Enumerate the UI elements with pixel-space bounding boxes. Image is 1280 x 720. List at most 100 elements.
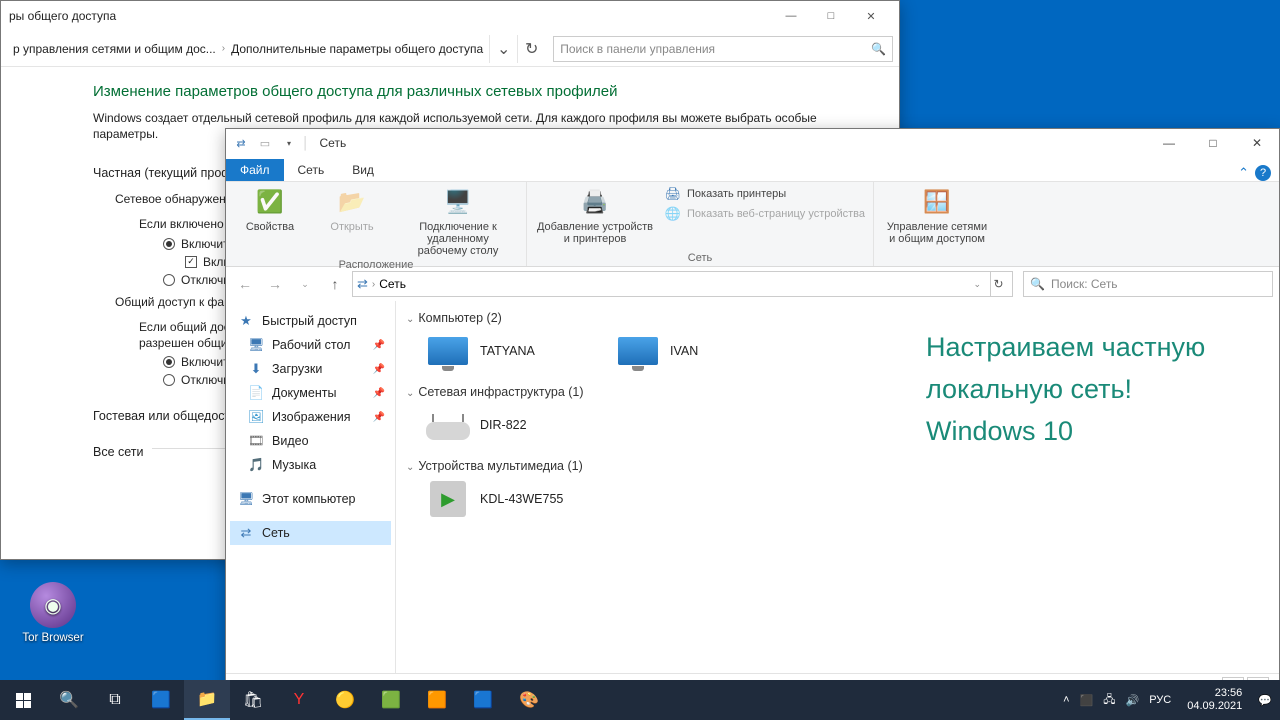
media-device-icon [426, 479, 470, 519]
tray-date: 04.09.2021 [1187, 700, 1242, 713]
taskbar-app-edge[interactable]: 🟦 [138, 680, 184, 720]
downloads-icon: ⬇ [248, 361, 264, 377]
task-view-button[interactable]: ⧉ [92, 680, 138, 720]
taskbar-app-paint[interactable]: 🎨 [506, 680, 552, 720]
tray-clock[interactable]: 23:56 04.09.2021 [1181, 687, 1248, 712]
nav-network[interactable]: ⇄Сеть [230, 521, 391, 545]
back-button[interactable]: ← [232, 271, 258, 297]
taskbar-app-yandex[interactable]: Y [276, 680, 322, 720]
search-input[interactable]: 🔍 Поиск: Сеть [1023, 271, 1273, 297]
ribbon-add-devices-button[interactable]: 🖨️Добавление устройств и принтеров [535, 186, 655, 245]
page-heading: Изменение параметров общего доступа для … [93, 83, 875, 100]
nav-this-pc[interactable]: 🖥Этот компьютер [230, 487, 391, 511]
network-center-icon: 🪟 [921, 186, 953, 218]
taskbar-app-unknown2[interactable]: 🟧 [414, 680, 460, 720]
nav-pictures[interactable]: 🖼Изображения📌 [230, 405, 391, 429]
computer-item[interactable]: IVAN [616, 331, 766, 371]
tab-view[interactable]: Вид [338, 159, 388, 181]
ribbon-device-webpage-button[interactable]: 🌐Показать веб-страницу устройства [665, 206, 865, 222]
nav-downloads[interactable]: ⬇Загрузки📌 [230, 357, 391, 381]
computer-item[interactable]: TATYANA [426, 331, 576, 371]
router-item[interactable]: DIR-822 [426, 405, 576, 445]
qat-properties-button[interactable]: ▭ [254, 132, 276, 154]
music-icon: 🎵 [248, 457, 264, 473]
media-device-item[interactable]: KDL-43WE755 [426, 479, 576, 519]
tray-app-icon[interactable]: ⬛ [1080, 694, 1094, 707]
recent-locations-button[interactable]: ⌄ [292, 271, 318, 297]
open-icon: 📂 [336, 186, 368, 218]
videos-icon: 🎞 [248, 433, 264, 449]
taskbar[interactable]: 🔍 ⧉ 🟦 📁 🛍 Y 🟡 🟩 🟧 🟦 🎨 ˄ ⬛ 🖧 🔊 РУС 23:56 … [0, 680, 1280, 720]
pictures-icon: 🖼 [248, 409, 264, 425]
tray-overflow-button[interactable]: ˄ [1063, 694, 1069, 706]
minimize-button[interactable]: — [1147, 129, 1191, 157]
tab-network[interactable]: Сеть [284, 159, 339, 181]
taskbar-app-explorer[interactable]: 📁 [184, 680, 230, 720]
tor-icon: ◉ [30, 582, 76, 628]
system-tray[interactable]: ˄ ⬛ 🖧 🔊 РУС 23:56 04.09.2021 💬 [1055, 687, 1280, 712]
ribbon-network-center-button[interactable]: 🪟Управление сетями и общим доступом [882, 186, 992, 245]
breadcrumb-bar: р управления сетями и общим дос... › Доп… [1, 31, 899, 67]
content-pane[interactable]: ⌄Компьютер (2) TATYANA IVAN ⌄Сетевая инф… [396, 301, 1279, 673]
window-title: ры общего доступа [9, 9, 116, 23]
qat-dropdown[interactable]: ▾ [278, 132, 300, 154]
taskbar-app-unknown1[interactable]: 🟩 [368, 680, 414, 720]
network-icon: ⇄ [230, 132, 252, 154]
ribbon-open-button[interactable]: 📂Открыть [316, 186, 388, 233]
taskbar-app-chrome[interactable]: 🟡 [322, 680, 368, 720]
computer-icon [426, 331, 470, 371]
navigation-pane[interactable]: ★Быстрый доступ 🖥Рабочий стол📌 ⬇Загрузки… [226, 301, 396, 673]
address-bar[interactable]: ⇄ › Сеть [352, 271, 991, 297]
nav-music[interactable]: 🎵Музыка [230, 453, 391, 477]
collapse-ribbon-button[interactable]: ⌃ [1238, 165, 1249, 181]
pc-icon: 🖥 [238, 491, 254, 507]
ribbon-show-printers-button[interactable]: 🖨Показать принтеры [665, 186, 786, 202]
ribbon-remote-desktop-button[interactable]: 🖥️Подключение к удаленному рабочему стол… [398, 186, 518, 257]
nav-videos[interactable]: 🎞Видео [230, 429, 391, 453]
nav-desktop[interactable]: 🖥Рабочий стол📌 [230, 333, 391, 357]
desktop-shortcut-label: Tor Browser [14, 632, 92, 644]
minimize-button[interactable]: — [771, 2, 811, 30]
breadcrumb-item[interactable]: р управления сетями и общим дос... [7, 42, 222, 56]
titlebar[interactable]: ры общего доступа — □ ✕ [1, 1, 899, 31]
maximize-button[interactable]: □ [1191, 129, 1235, 157]
category-media[interactable]: ⌄Устройства мультимедиа (1) [406, 459, 1269, 473]
windows-logo-icon [16, 693, 31, 708]
tray-notifications-button[interactable]: 💬 [1258, 694, 1272, 707]
pin-icon: 📌 [373, 388, 385, 399]
tray-network-icon[interactable]: 🖧 [1103, 691, 1115, 710]
start-button[interactable] [0, 680, 46, 720]
profile-all-heading[interactable]: Все сети [93, 445, 144, 459]
search-button[interactable]: 🔍 [46, 680, 92, 720]
taskbar-app-unknown3[interactable]: 🟦 [460, 680, 506, 720]
maximize-button[interactable]: □ [811, 2, 851, 30]
forward-button[interactable]: → [262, 271, 288, 297]
pin-icon: 📌 [373, 340, 385, 351]
ribbon-properties-button[interactable]: ✅Свойства [234, 186, 306, 233]
desktop-shortcut-tor[interactable]: ◉ Tor Browser [14, 582, 92, 644]
help-button[interactable]: ? [1255, 165, 1271, 181]
category-computer[interactable]: ⌄Компьютер (2) [406, 311, 1269, 325]
up-button[interactable]: ↑ [322, 271, 348, 297]
search-input[interactable]: Поиск в панели управления 🔍 [553, 36, 893, 62]
tray-time: 23:56 [1187, 687, 1242, 700]
refresh-button[interactable]: ↻ [517, 35, 545, 63]
chevron-down-icon: ⌄ [406, 462, 414, 473]
nav-documents[interactable]: 📄Документы📌 [230, 381, 391, 405]
ribbon-tabs: Файл Сеть Вид ⌃ ? [226, 157, 1279, 181]
close-button[interactable]: ✕ [851, 2, 891, 30]
network-icon: ⇄ [357, 276, 368, 292]
titlebar[interactable]: ⇄ ▭ ▾ │ Сеть — □ ✕ [226, 129, 1279, 157]
properties-icon: ✅ [254, 186, 286, 218]
chevron-down-icon: ⌄ [406, 388, 414, 399]
webpage-icon: 🌐 [665, 206, 681, 222]
taskbar-app-store[interactable]: 🛍 [230, 680, 276, 720]
refresh-button[interactable]: ↻ [985, 271, 1013, 297]
nav-quick-access[interactable]: ★Быстрый доступ [230, 309, 391, 333]
tab-file[interactable]: Файл [226, 159, 284, 181]
chevron-down-icon[interactable]: ⌄ [489, 35, 517, 63]
tray-language[interactable]: РУС [1149, 694, 1171, 706]
tray-volume-icon[interactable]: 🔊 [1126, 694, 1140, 707]
breadcrumb-item[interactable]: Дополнительные параметры общего доступа [225, 42, 489, 56]
close-button[interactable]: ✕ [1235, 129, 1279, 157]
